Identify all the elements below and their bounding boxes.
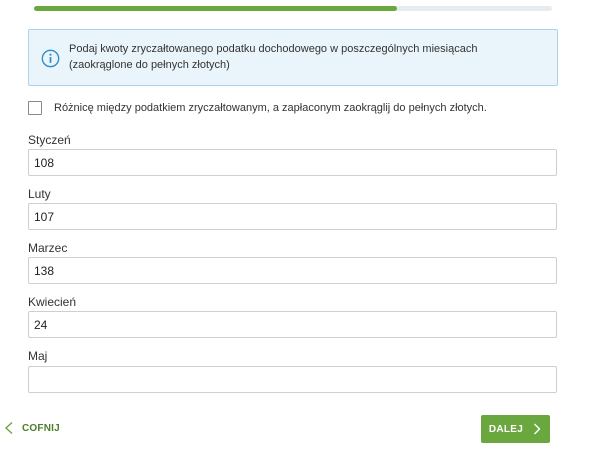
chevron-right-icon bbox=[534, 423, 541, 435]
february-label: Luty bbox=[28, 187, 51, 201]
next-button[interactable]: DALEJ bbox=[481, 415, 550, 443]
info-text-line-1: Podaj kwoty zryczałtowanego podatku doch… bbox=[69, 43, 478, 55]
january-input[interactable] bbox=[28, 149, 557, 176]
april-label: Kwiecień bbox=[28, 295, 77, 309]
chevron-left-icon bbox=[4, 421, 13, 435]
february-input[interactable] bbox=[28, 203, 557, 230]
rounding-checkbox[interactable] bbox=[28, 101, 42, 115]
march-label: Marzec bbox=[28, 241, 68, 255]
january-label: Styczeń bbox=[28, 133, 71, 147]
back-button-label: COFNIJ bbox=[22, 422, 60, 434]
progress-bar-fill bbox=[34, 6, 397, 11]
next-button-label: DALEJ bbox=[488, 423, 524, 435]
back-button[interactable]: COFNIJ bbox=[3, 418, 60, 438]
april-input[interactable] bbox=[28, 311, 557, 338]
may-input[interactable] bbox=[28, 366, 557, 393]
info-box: Podaj kwoty zryczałtowanego podatku doch… bbox=[28, 29, 558, 86]
rounding-checkbox-row[interactable]: Różnicę między podatkiem zryczałtowanym,… bbox=[28, 100, 487, 116]
rounding-checkbox-label[interactable]: Różnicę między podatkiem zryczałtowanym,… bbox=[54, 102, 487, 114]
info-icon bbox=[41, 49, 60, 68]
march-input[interactable] bbox=[28, 257, 557, 284]
info-text-line-2: (zaokrąglone do pełnych złotych) bbox=[69, 59, 230, 71]
progress-bar bbox=[34, 6, 552, 11]
may-label: Maj bbox=[28, 349, 48, 363]
info-text: Podaj kwoty zryczałtowanego podatku doch… bbox=[69, 41, 549, 73]
